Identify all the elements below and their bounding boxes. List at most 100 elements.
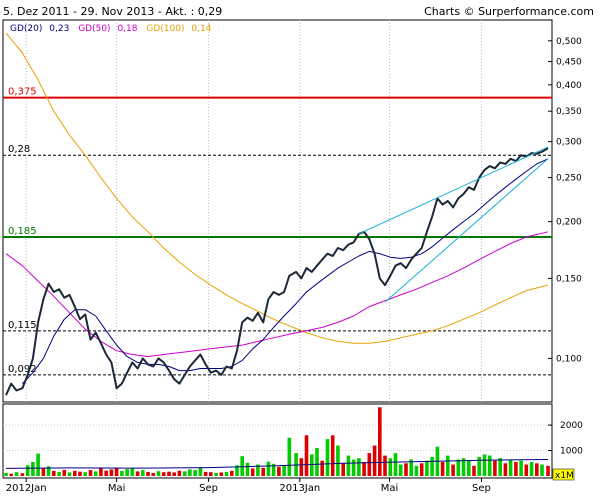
volume-bar: [282, 465, 286, 476]
volume-bar: [141, 470, 145, 476]
volume-bar: [325, 439, 330, 476]
x-tick-label: Mai: [108, 483, 126, 494]
volume-bar: [193, 470, 197, 476]
volume-bar: [378, 407, 382, 476]
y-tick-label: 0,300: [556, 138, 582, 148]
price-panel: [2, 19, 553, 403]
volume-bar: [493, 460, 497, 476]
volume-bar: [151, 472, 156, 476]
volume-bar: [341, 463, 345, 476]
volume-bar: [14, 472, 19, 476]
volume-bar: [146, 471, 150, 476]
volume-bar: [383, 455, 387, 476]
y-tick-label: 0,350: [556, 107, 582, 117]
volume-bar: [503, 463, 508, 476]
volume-bar: [482, 454, 487, 476]
volume-bar: [451, 464, 455, 476]
y-tick-label: 0,500: [556, 37, 582, 47]
volume-bar: [125, 469, 129, 476]
volume-bar: [156, 471, 161, 476]
volume-bar: [172, 472, 176, 476]
chart-credit: Charts © Surperformance.com: [424, 5, 594, 18]
volume-bar: [25, 465, 30, 476]
volume-bar: [404, 463, 408, 476]
volume-bar: [425, 460, 429, 476]
volume-bar: [62, 469, 67, 476]
volume-bar: [546, 465, 550, 476]
volume-bar: [346, 455, 351, 476]
volume-bar: [104, 470, 108, 476]
volume-bar: [198, 467, 203, 476]
volume-bar: [414, 465, 419, 476]
volume-bar: [57, 471, 61, 476]
x-tick-label: Mai: [381, 483, 399, 494]
time-x-axis: 2012Jan Mai Sep 2013Jan Mai Sep: [6, 478, 491, 494]
legend-gd100-label: GD(100): [146, 24, 184, 34]
volume-bar: [310, 454, 314, 476]
volume-y-axis: 2000 1000 x1M: [548, 421, 583, 481]
volume-bar: [467, 460, 471, 476]
volume-bar: [78, 471, 82, 476]
volume-bar: [9, 473, 13, 476]
y-tick-label: 0,200: [556, 218, 582, 228]
volume-bar: [498, 458, 502, 476]
volume-bar: [203, 471, 208, 476]
volume-bar: [36, 453, 40, 476]
volume-bar: [230, 470, 234, 476]
volume-bar: [52, 470, 56, 476]
volume-bar: [67, 472, 72, 476]
volume-bar: [214, 472, 218, 476]
volume-bar: [4, 472, 8, 476]
volume-bar: [529, 462, 534, 476]
volume-bar: [120, 470, 124, 476]
volume-bar: [177, 470, 182, 476]
volume-bar: [299, 458, 304, 476]
volume-bar: [430, 456, 434, 476]
volume-bar: [393, 453, 398, 476]
volume-bar: [440, 462, 445, 476]
volume-bar: [519, 460, 523, 476]
volume-bar: [372, 445, 377, 476]
volume-bar: [277, 466, 281, 476]
volume-bar: [245, 462, 250, 476]
price-y-axis: 0,500 0,450 0,400 0,350 0,300 0,250 0,200 0,150…: [548, 37, 582, 364]
volume-bar: [351, 459, 356, 476]
volume-bar: [362, 462, 366, 476]
volume-bar: [367, 453, 372, 476]
volume-bar: [524, 464, 529, 476]
legend-gd50-value: 0,18: [117, 24, 137, 34]
volume-bar: [315, 448, 319, 476]
volume-bar: [99, 468, 103, 476]
volume-bar: [287, 437, 292, 476]
level-label: 0,185: [8, 226, 37, 237]
x-tick-label: Sep: [199, 483, 218, 494]
y-tick-label: 0,150: [556, 274, 582, 284]
volume-bar: [135, 471, 140, 476]
legend-gd50-label: GD(50): [78, 24, 110, 34]
volume-bar: [508, 459, 513, 476]
volume-bar: [388, 458, 393, 476]
level-label: 0,375: [8, 87, 37, 98]
volume-bar: [73, 470, 77, 476]
volume-bar: [487, 455, 492, 476]
volume-bar: [357, 458, 361, 476]
x-tick-label: 2012Jan: [6, 483, 47, 494]
legend-gd100-value: 0,14: [191, 24, 211, 34]
svg-text:GD(20) 0,23 GD(50): GD(20) 0,23 GD(50) 0,18 GD(100) 0,14: [10, 24, 212, 34]
vol-tick-label: 1000: [560, 447, 583, 457]
volume-bar: [20, 473, 25, 476]
chart-title: 5. Dez 2011 - 29. Nov 2013 - Akt. : 0,29: [3, 5, 222, 18]
volume-bar: [88, 470, 93, 476]
volume-bar: [304, 435, 309, 476]
volume-bar: [31, 462, 35, 476]
x-tick-label: Sep: [472, 483, 491, 494]
volume-bar: [182, 471, 187, 476]
unit-label: x1M: [555, 471, 574, 481]
volume-bar: [130, 468, 135, 476]
y-tick-label: 0,250: [556, 174, 582, 184]
volume-bar: [167, 471, 171, 476]
vol-tick-label: 2000: [560, 421, 583, 431]
y-tick-label: 0,400: [556, 81, 582, 91]
volume-bar: [540, 464, 544, 476]
volume-bar: [219, 472, 224, 476]
